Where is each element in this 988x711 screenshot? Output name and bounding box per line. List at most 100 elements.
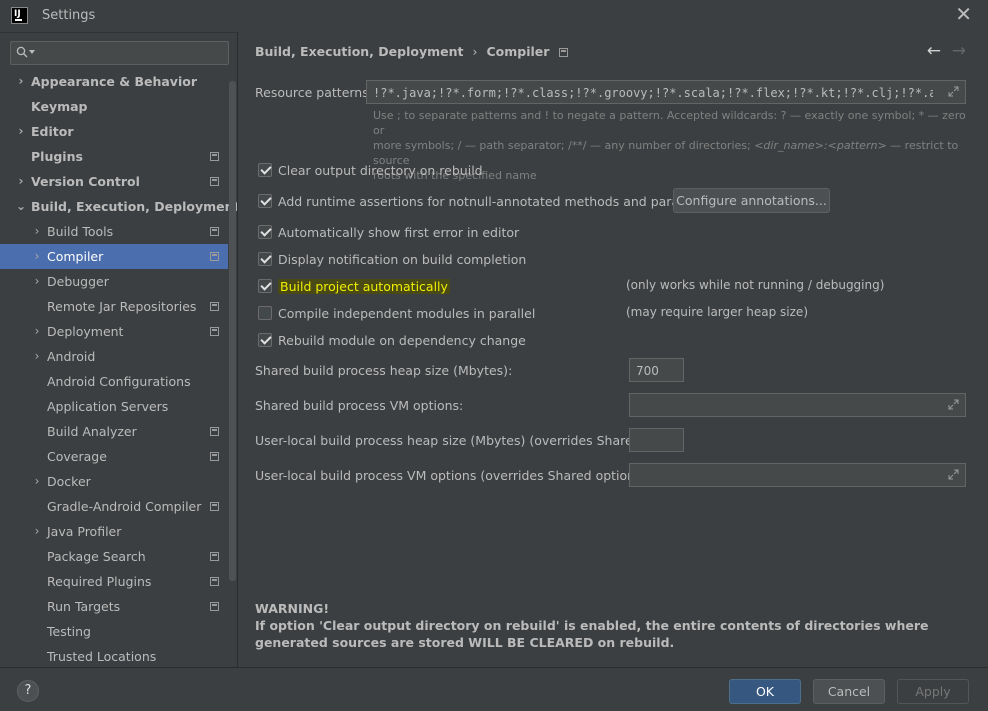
clear-output-checkbox[interactable]: Clear output directory on rebuild xyxy=(258,160,483,180)
sidebar-item-keymap[interactable]: Keymap xyxy=(0,94,228,119)
apply-button[interactable]: Apply xyxy=(897,679,969,704)
window-title: Settings xyxy=(42,8,96,23)
sidebar-item-label: Application Servers xyxy=(47,399,169,414)
app-logo-icon: IJ xyxy=(11,7,28,24)
chevron-right-icon[interactable]: › xyxy=(32,519,42,544)
show-first-error-checkbox[interactable]: Automatically show first error in editor xyxy=(258,222,519,242)
back-arrow-icon[interactable]: ← xyxy=(927,41,941,61)
sidebar-item-editor[interactable]: › Editor xyxy=(0,119,228,144)
sidebar-item-package-search[interactable]: Package Search xyxy=(0,544,228,569)
checkbox-box[interactable] xyxy=(258,163,272,177)
sidebar-item-build-tools[interactable]: › Build Tools xyxy=(0,219,228,244)
chevron-right-icon[interactable]: › xyxy=(32,244,42,269)
heap-size-value: 700 xyxy=(636,364,659,378)
sidebar-item-debugger[interactable]: › Debugger xyxy=(0,269,228,294)
checkbox-box[interactable] xyxy=(258,194,272,208)
checkbox-box[interactable] xyxy=(258,306,272,320)
warning-message: WARNING! If option 'Clear output directo… xyxy=(255,600,975,651)
chevron-right-icon[interactable]: › xyxy=(32,319,42,344)
checkbox-box[interactable] xyxy=(258,252,272,266)
build-automatically-checkbox[interactable]: Build project automatically xyxy=(258,276,450,296)
checkbox-box[interactable] xyxy=(258,279,272,293)
ok-button[interactable]: OK xyxy=(729,679,801,704)
sidebar-item-label: Keymap xyxy=(31,99,88,114)
sidebar-item-compiler[interactable]: › Compiler xyxy=(0,244,228,269)
sidebar-item-build-analyzer[interactable]: Build Analyzer xyxy=(0,419,228,444)
chevron-right-icon[interactable]: › xyxy=(32,469,42,494)
chevron-right-icon[interactable]: › xyxy=(16,119,26,144)
chevron-right-icon[interactable]: › xyxy=(16,169,26,194)
rebuild-on-change-checkbox[interactable]: Rebuild module on dependency change xyxy=(258,330,526,350)
resource-patterns-field[interactable]: !?*.java;!?*.form;!?*.class;!?*.groovy;!… xyxy=(366,80,966,104)
sidebar-item-trusted-locations[interactable]: Trusted Locations xyxy=(0,644,228,669)
configure-annotations-button[interactable]: Configure annotations... xyxy=(673,188,830,213)
sidebar-item-appearance-behavior[interactable]: › Appearance & Behavior xyxy=(0,69,228,94)
project-scope-icon xyxy=(210,577,219,586)
local-vm-options-field[interactable] xyxy=(629,463,966,487)
sidebar-item-label: Appearance & Behavior xyxy=(31,74,197,89)
settings-sidebar: › Appearance & Behavior Keymap › Editor Plugi… xyxy=(0,32,239,669)
local-heap-size-field[interactable] xyxy=(629,428,684,452)
sidebar-item-label: Trusted Locations xyxy=(47,649,157,664)
vm-options-field[interactable] xyxy=(629,393,966,417)
sidebar-item-required-plugins[interactable]: Required Plugins xyxy=(0,569,228,594)
search-input[interactable] xyxy=(10,41,229,65)
expand-icon[interactable] xyxy=(948,469,959,480)
chevron-down-icon[interactable]: ⌄ xyxy=(16,194,26,219)
sidebar-item-label: Editor xyxy=(31,124,74,139)
forward-arrow-icon[interactable]: → xyxy=(952,41,966,61)
sidebar-item-label: Run Targets xyxy=(47,599,121,614)
sidebar-item-label: Coverage xyxy=(47,449,107,464)
sidebar-item-label: Android xyxy=(47,349,96,364)
sidebar-item-build-execution-deployment[interactable]: ⌄ Build, Execution, Deployment xyxy=(0,194,239,219)
expand-icon[interactable] xyxy=(948,86,959,97)
breadcrumb-parent[interactable]: Build, Execution, Deployment xyxy=(255,44,463,59)
heap-size-field[interactable]: 700 xyxy=(629,358,684,382)
sidebar-item-android-configurations[interactable]: Android Configurations xyxy=(0,369,228,394)
sidebar-item-run-targets[interactable]: Run Targets xyxy=(0,594,228,619)
sidebar-item-plugins[interactable]: Plugins xyxy=(0,144,228,169)
sidebar-item-label: Version Control xyxy=(31,174,140,189)
expand-icon[interactable] xyxy=(948,399,959,410)
help-icon[interactable]: ? xyxy=(17,680,39,702)
sidebar-item-gradle-android-compiler[interactable]: Gradle-Android Compiler xyxy=(0,494,228,519)
dialog-footer: ? OK Cancel Apply xyxy=(0,667,988,711)
compile-parallel-checkbox[interactable]: Compile independent modules in parallel xyxy=(258,303,535,323)
sidebar-item-label: Java Profiler xyxy=(47,524,122,539)
sidebar-item-coverage[interactable]: Coverage xyxy=(0,444,228,469)
compile-parallel-note: (may require larger heap size) xyxy=(626,305,808,319)
project-scope-icon xyxy=(210,452,219,461)
sidebar-item-android[interactable]: › Android xyxy=(0,344,228,369)
checkbox-label-highlighted: Build project automatically xyxy=(278,278,450,294)
hint-line-1: Use ; to separate patterns and ! to nega… xyxy=(373,109,966,137)
breadcrumb: Build, Execution, Deployment › Compiler xyxy=(255,44,569,59)
sidebar-item-label: Build Tools xyxy=(47,224,114,239)
project-scope-icon xyxy=(210,177,219,186)
sidebar-item-application-servers[interactable]: Application Servers xyxy=(0,394,228,419)
chevron-right-icon[interactable]: › xyxy=(16,69,26,94)
project-scope-icon xyxy=(210,327,219,336)
checkbox-label: Add runtime assertions for notnull-annot… xyxy=(278,193,724,209)
hint-line-2: more symbols; / — path separator; /**/ —… xyxy=(373,139,755,152)
runtime-assertions-checkbox[interactable]: Add runtime assertions for notnull-annot… xyxy=(258,191,723,211)
sidebar-item-testing[interactable]: Testing xyxy=(0,619,228,644)
chevron-right-icon[interactable]: › xyxy=(32,344,42,369)
sidebar-item-deployment[interactable]: › Deployment xyxy=(0,319,228,344)
sidebar-item-remote-jar-repositories[interactable]: Remote Jar Repositories xyxy=(0,294,228,319)
checkbox-label: Automatically show first error in editor xyxy=(278,224,520,240)
checkbox-box[interactable] xyxy=(258,225,272,239)
sidebar-item-java-profiler[interactable]: › Java Profiler xyxy=(0,519,228,544)
project-scope-icon xyxy=(210,427,219,436)
close-icon[interactable]: ✕ xyxy=(955,4,972,24)
sidebar-scrollbar[interactable] xyxy=(229,81,236,581)
chevron-right-icon[interactable]: › xyxy=(32,219,42,244)
chevron-right-icon[interactable]: › xyxy=(32,269,42,294)
cancel-button[interactable]: Cancel xyxy=(813,679,885,704)
checkbox-box[interactable] xyxy=(258,333,272,347)
compiler-settings-panel: Build, Execution, Deployment › Compiler ← … xyxy=(237,32,988,667)
sidebar-item-docker[interactable]: › Docker xyxy=(0,469,228,494)
sidebar-item-version-control[interactable]: › Version Control xyxy=(0,169,228,194)
sidebar-item-label: Android Configurations xyxy=(47,374,191,389)
display-notification-checkbox[interactable]: Display notification on build completion xyxy=(258,249,526,269)
heap-size-label: Shared build process heap size (Mbytes): xyxy=(255,363,513,378)
